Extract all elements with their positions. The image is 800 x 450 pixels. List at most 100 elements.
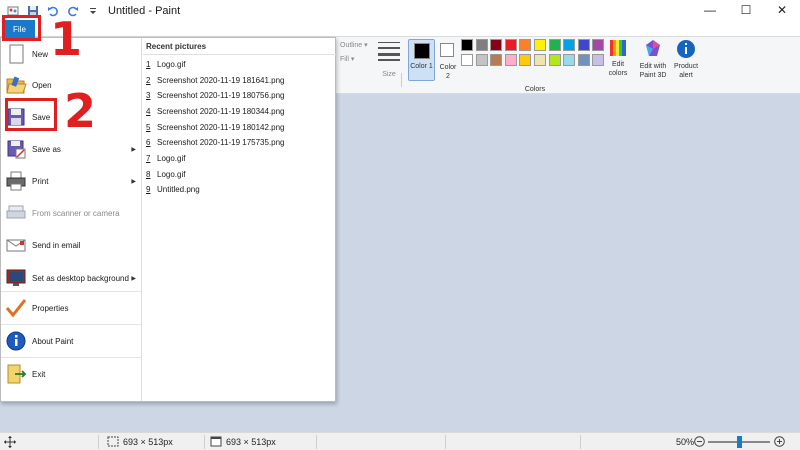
menu-item-label: About Paint	[32, 336, 74, 346]
zoom-slider-thumb[interactable]	[736, 436, 742, 448]
minimize-button[interactable]: —	[692, 0, 728, 20]
edit-colors-button[interactable]: Edit colors	[605, 39, 631, 78]
color1-button[interactable]: Color 1	[408, 39, 435, 81]
recent-item-name: Logo.gif	[157, 170, 186, 179]
recent-item-name: Untitled.png	[157, 185, 200, 194]
recent-item[interactable]: 2 Screenshot 2020-11-19 181641.png	[146, 76, 285, 85]
recent-item-number: 3	[146, 91, 151, 100]
menu-item-about[interactable]: About Paint	[1, 325, 142, 357]
color2-swatch	[440, 43, 454, 57]
ribbon-divider	[401, 73, 402, 87]
window-title: Untitled - Paint	[108, 5, 181, 17]
close-button[interactable]: ✕	[764, 0, 800, 20]
printer-icon	[5, 170, 27, 192]
recent-pictures-panel: Recent pictures 1 Logo.gif 2 Screenshot 20…	[143, 38, 336, 401]
menu-item-label: Set as desktop background	[32, 273, 129, 283]
edit-paint3d-label: Edit with Paint 3D	[639, 63, 667, 79]
menu-item-exit[interactable]: Exit	[1, 358, 142, 390]
new-file-icon	[5, 43, 27, 65]
canvas-size: 693 × 513px	[226, 437, 276, 447]
palette-swatch[interactable]	[519, 39, 532, 51]
fill-button[interactable]: Fill ▾	[340, 55, 354, 64]
status-divider	[445, 435, 446, 449]
menu-item-properties[interactable]: Properties	[1, 292, 142, 324]
palette-swatch[interactable]	[563, 54, 576, 66]
selection-size: 693 × 513px	[123, 437, 173, 447]
palette-swatch[interactable]	[504, 54, 517, 66]
status-divider	[316, 435, 317, 449]
color2-label: Color 2	[439, 64, 457, 80]
recent-divider	[143, 54, 336, 55]
recent-item-number: 1	[146, 60, 151, 69]
palette-swatch[interactable]	[577, 54, 590, 66]
zoom-level: 50%	[676, 437, 695, 447]
palette-swatch[interactable]	[504, 39, 517, 51]
menu-item-send-email[interactable]: Send in email	[1, 229, 142, 261]
recent-item[interactable]: 7 Logo.gif	[146, 154, 185, 163]
recent-item[interactable]: 5 Screenshot 2020-11-19 180142.png	[146, 123, 285, 132]
file-menu: New Open Save Save as ▶ Print ▶ From sca…	[0, 37, 336, 402]
palette-swatch[interactable]	[490, 54, 503, 66]
product-alert-button[interactable]: Product alert	[672, 39, 700, 80]
palette-swatch[interactable]	[534, 39, 546, 51]
palette-swatch[interactable]	[475, 39, 488, 51]
palette-swatch[interactable]	[534, 54, 546, 66]
zoom-slider[interactable]	[708, 436, 770, 448]
canvas-size-icon	[210, 436, 222, 449]
recent-item[interactable]: 4 Screenshot 2020-11-19 180344.png	[146, 107, 285, 116]
menu-item-label: From scanner or camera	[32, 208, 120, 218]
submenu-arrow-icon: ▶	[131, 275, 136, 282]
email-icon	[5, 234, 27, 256]
recent-item-name: Logo.gif	[157, 154, 186, 163]
customize-toolbar-icon[interactable]	[86, 4, 100, 18]
palette-swatch[interactable]	[461, 54, 473, 66]
menu-item-from-scanner[interactable]: From scanner or camera	[1, 197, 142, 229]
color2-button[interactable]: Color 2	[437, 39, 459, 81]
size-button[interactable]: Size	[376, 39, 402, 79]
color-palette	[461, 39, 607, 73]
menu-item-print[interactable]: Print ▶	[1, 165, 142, 197]
recent-item[interactable]: 3 Screenshot 2020-11-19 180756.png	[146, 91, 285, 100]
scanner-icon	[5, 202, 27, 224]
recent-item-number: 8	[146, 170, 151, 179]
recent-item[interactable]: 6 Screenshot 2020-11-19 175735.png	[146, 138, 285, 147]
palette-swatch[interactable]	[577, 39, 590, 51]
recent-item-name: Screenshot 2020-11-19 180756.png	[157, 91, 285, 100]
menu-item-label: New	[32, 49, 49, 59]
recent-item[interactable]: 8 Logo.gif	[146, 170, 185, 179]
recent-item[interactable]: 9 Untitled.png	[146, 185, 200, 194]
edit-paint3d-button[interactable]: Edit with Paint 3D	[637, 39, 669, 80]
palette-swatch[interactable]	[548, 54, 561, 66]
palette-swatch[interactable]	[592, 39, 605, 51]
palette-swatch[interactable]	[592, 54, 605, 66]
exit-icon	[5, 363, 27, 385]
recent-item-name: Screenshot 2020-11-19 175735.png	[157, 138, 285, 147]
outline-button[interactable]: Outline ▾	[340, 41, 368, 50]
recent-pictures-title: Recent pictures	[146, 42, 207, 51]
palette-swatch[interactable]	[548, 39, 561, 51]
zoom-out-button[interactable]	[694, 436, 705, 449]
edit-colors-label: Edit colors	[608, 61, 628, 77]
recent-item[interactable]: 1 Logo.gif	[146, 60, 185, 69]
status-divider	[204, 435, 205, 449]
step-2-label: 2	[64, 84, 97, 138]
maximize-button[interactable]: ☐	[728, 0, 764, 20]
recent-item-number: 5	[146, 123, 151, 132]
save-as-icon	[5, 138, 27, 160]
menu-item-label: Send in email	[32, 240, 81, 250]
palette-swatch[interactable]	[475, 54, 488, 66]
recent-item-name: Screenshot 2020-11-19 180344.png	[157, 107, 285, 116]
palette-swatch[interactable]	[519, 54, 532, 66]
ribbon-tab-strip	[0, 22, 800, 36]
menu-item-desktop-background[interactable]: Set as desktop background ▶	[1, 262, 142, 294]
zoom-in-button[interactable]	[774, 436, 785, 449]
menu-item-label: Open	[32, 80, 52, 90]
palette-swatch[interactable]	[563, 39, 576, 51]
paint3d-icon	[646, 40, 660, 56]
cursor-position-icon	[4, 436, 16, 450]
window-controls: — ☐ ✕	[692, 0, 800, 20]
palette-swatch[interactable]	[490, 39, 503, 51]
info-icon	[677, 40, 695, 58]
selection-size-icon	[107, 436, 119, 449]
palette-swatch[interactable]	[461, 39, 473, 51]
